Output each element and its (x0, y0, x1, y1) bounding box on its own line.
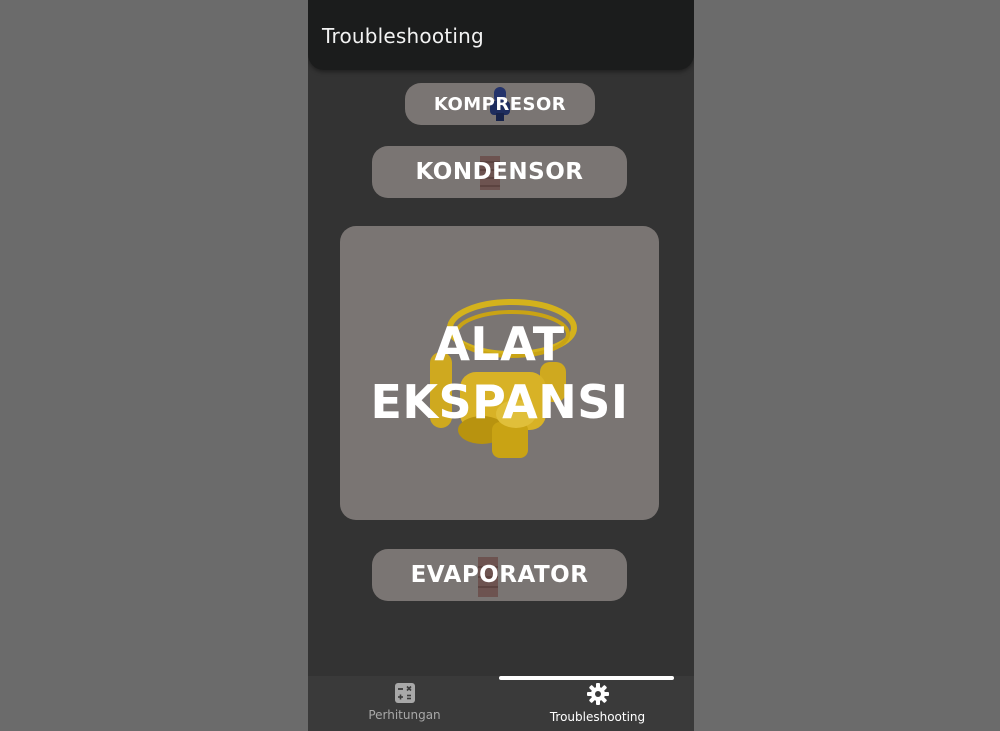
gear-icon (586, 683, 609, 705)
alat-ekspansi-label-line2: EKSPANSI (370, 375, 629, 429)
evaporator-button[interactable]: EVAPORATOR (372, 549, 627, 601)
alat-ekspansi-button[interactable]: ALAT EKSPANSI (340, 226, 659, 520)
bottom-navigation: Perhitungan Troubleshooting (308, 676, 694, 731)
phone-screen: Troubleshooting KOMPRESOR KONDENSOR ALAT… (308, 0, 694, 731)
app-bar: Troubleshooting (308, 0, 694, 70)
nav-item-perhitungan[interactable]: Perhitungan (308, 682, 501, 731)
active-tab-indicator (499, 676, 674, 680)
nav-label-perhitungan: Perhitungan (368, 708, 441, 722)
kompresor-button[interactable]: KOMPRESOR (405, 83, 595, 125)
calculator-icon (394, 683, 415, 703)
kondensor-button[interactable]: KONDENSOR (372, 146, 627, 198)
page-title: Troubleshooting (322, 24, 484, 48)
nav-label-troubleshooting: Troubleshooting (549, 710, 646, 724)
evaporator-label: EVAPORATOR (410, 562, 589, 588)
kondensor-label: KONDENSOR (415, 159, 584, 185)
nav-item-troubleshooting[interactable]: Troubleshooting (501, 682, 694, 731)
alat-ekspansi-label-line1: ALAT (434, 317, 565, 371)
kompresor-label: KOMPRESOR (433, 93, 567, 115)
alat-ekspansi-label: ALAT EKSPANSI (370, 315, 628, 431)
